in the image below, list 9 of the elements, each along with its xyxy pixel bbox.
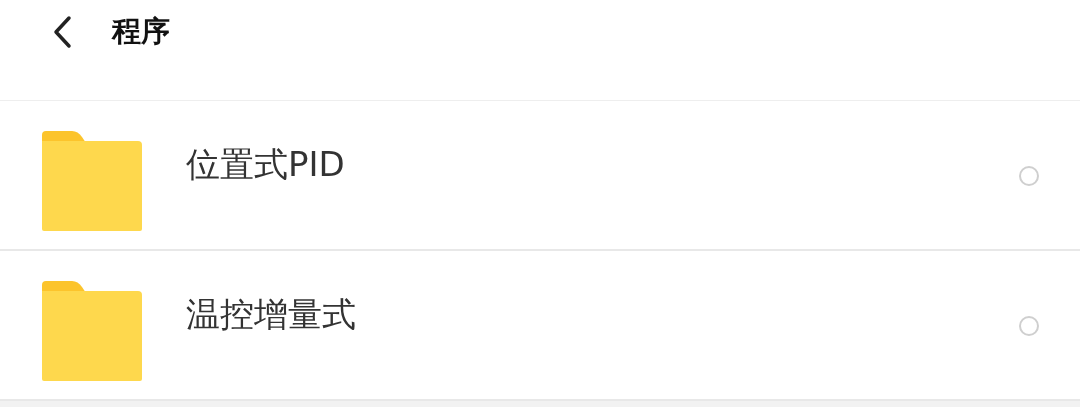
page-title: 程序: [112, 12, 170, 50]
back-icon[interactable]: [52, 14, 72, 49]
folder-name: 温控增量式: [186, 293, 357, 336]
folder-icon: [42, 281, 142, 381]
radio-button[interactable]: [1019, 316, 1039, 336]
radio-button[interactable]: [1019, 166, 1039, 186]
folder-icon: [42, 131, 142, 231]
folder-name: 位置式PID: [186, 143, 346, 186]
folder-row[interactable]: 位置式PID: [0, 101, 1080, 251]
